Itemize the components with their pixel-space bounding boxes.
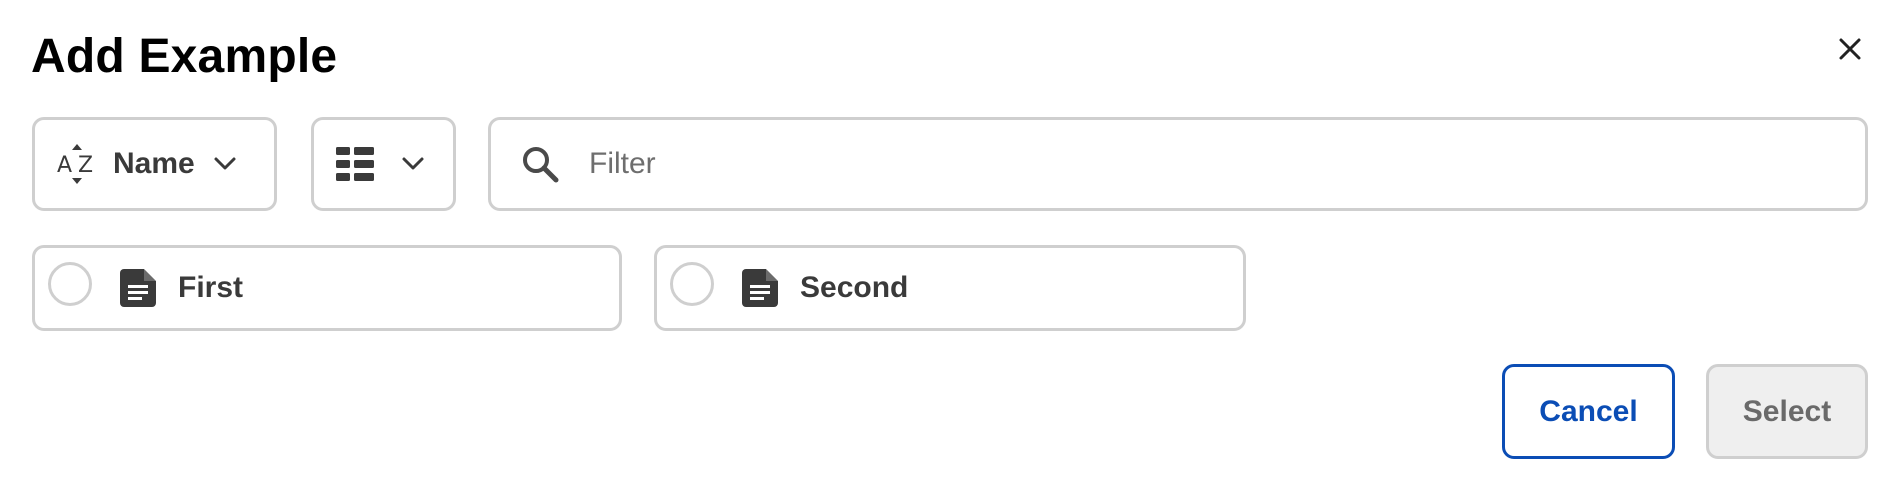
sort-dropdown[interactable]: A Z Name [32,117,277,211]
item-label: Second [800,271,909,304]
dialog-title: Add Example [31,30,338,83]
svg-text:Z: Z [78,153,93,178]
chevron-down-icon [214,157,236,170]
item-label: First [178,271,244,304]
filter-input[interactable] [587,146,1791,182]
view-mode-dropdown[interactable] [311,117,456,211]
list-item-first[interactable]: First [32,245,622,331]
search-icon [523,147,559,183]
sort-label: Name [113,147,195,180]
select-button[interactable]: Select [1706,364,1868,459]
radio-button[interactable] [48,262,92,306]
grid-view-icon [336,147,374,181]
document-icon [120,269,156,307]
chevron-down-icon [402,157,424,170]
close-button[interactable] [1833,32,1867,66]
svg-text:A: A [57,153,72,178]
close-icon [1839,38,1861,60]
document-icon [742,269,778,307]
filter-field[interactable] [488,117,1868,211]
list-item-second[interactable]: Second [654,245,1246,331]
radio-button[interactable] [670,262,714,306]
cancel-button[interactable]: Cancel [1502,364,1675,459]
sort-alpha-icon: A Z [57,144,93,184]
add-example-dialog: Add Example A Z Name Filter First Second… [0,0,1900,490]
